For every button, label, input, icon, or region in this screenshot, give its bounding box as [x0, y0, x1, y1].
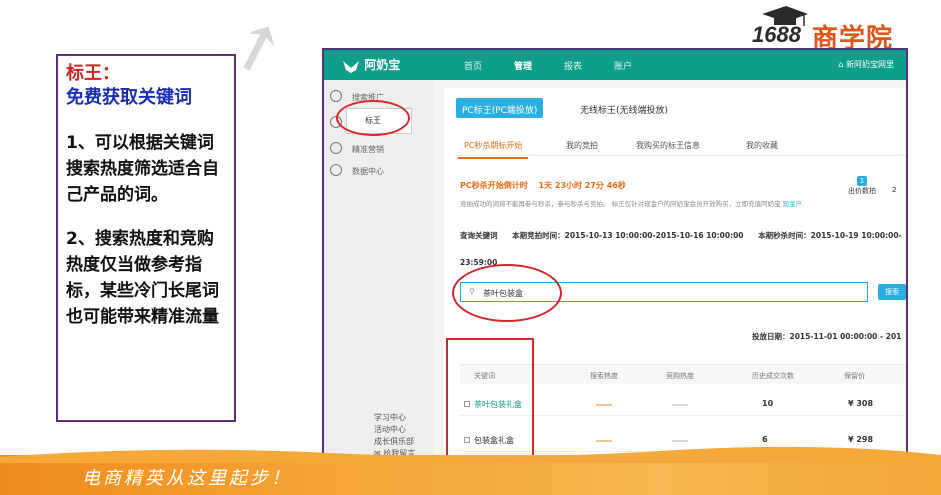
highlight-search-ellipse	[452, 264, 562, 322]
delivery-date: 投放日期：2015-11-01 00:00:00 - 201	[752, 332, 902, 341]
search-heat-bar	[596, 440, 612, 442]
bird-logo-icon	[343, 60, 359, 73]
logo-number: 1688	[752, 22, 801, 47]
th-search-heat: 搜索热度	[590, 372, 618, 380]
bid-stat: 1 出价数拍	[848, 176, 876, 196]
subtab-my-bids[interactable]: 我的竞拍	[566, 140, 598, 151]
search-button[interactable]: 搜索	[878, 284, 906, 300]
notice-link[interactable]: 现金户	[783, 200, 803, 208]
notice-text: 竞拍成功的词将不能再参与秒杀，参与秒杀与竞拍。 标王仅针对现金户的阿奶宝会员开放…	[460, 198, 890, 208]
lesson-text-box: 标王： 免费获取关键词 1、可以根据关键词搜索热度筛选适合自己产品的词。 2、搜…	[56, 54, 236, 422]
notice-body: 竞拍成功的词将不能再参与秒杀，参与秒杀与竞拍。 标王仅针对现金户的阿奶宝会员开放…	[460, 200, 781, 208]
slogan: 电商精英从这里起步！	[82, 468, 292, 489]
subtab-seckill[interactable]: PC秒杀期标开始	[457, 140, 529, 159]
highlight-sidebar-ellipse	[336, 100, 410, 136]
nav-home[interactable]: 首页	[464, 59, 482, 72]
countdown-value: 1天 23小时 27分 46秒	[538, 181, 626, 190]
row-price: ¥ 308	[848, 399, 874, 408]
bid-period: 本期竞拍时间：2015-10-13 10:00:00-2015-10-16 10…	[512, 231, 744, 240]
top-nav: 阿奶宝 首页 管理 报表 账户 ⌂ 新阿奶宝网里	[324, 50, 906, 80]
lesson-subtitle: 免费获取关键词	[66, 87, 192, 108]
stat-label: 出价数拍	[848, 187, 876, 195]
subtab-favorites[interactable]: 我的收藏	[746, 140, 778, 151]
nav-manage[interactable]: 管理	[514, 59, 532, 72]
nav-account[interactable]: 账户	[614, 59, 632, 72]
home-link-label: 新阿奶宝网里	[846, 60, 894, 69]
stat-count: 1	[857, 176, 867, 186]
th-history: 历史成交次数	[752, 372, 794, 380]
link-activity[interactable]: 活动中心	[374, 424, 415, 436]
home-link[interactable]: ⌂ 新阿奶宝网里	[838, 59, 894, 70]
stat-secondary: 2	[892, 186, 897, 194]
data-icon	[330, 164, 342, 176]
lesson-point-2: 2、搜索热度和竞购热度仅当做参考指标，某些冷门长尾词也可能带来精准流量	[66, 229, 219, 327]
search-promo-icon	[330, 90, 342, 102]
lesson-point-1: 1、可以根据关键词搜索热度筛选适合自己产品的词。	[66, 133, 219, 205]
link-learning[interactable]: 学习中心	[374, 412, 415, 424]
th-reserve-price: 保留价	[844, 372, 865, 380]
highlight-keyword-column	[446, 338, 534, 458]
bottom-band: 电商精英从这里起步！	[0, 446, 941, 495]
brand[interactable]: 阿奶宝	[342, 56, 400, 74]
tab-pc[interactable]: PC标王(PC端投放)	[456, 98, 544, 118]
countdown-label: PC秒杀开始倒计时	[460, 181, 528, 190]
countdown: PC秒杀开始倒计时 1天 23小时 27分 46秒	[460, 180, 626, 191]
nav-report[interactable]: 报表	[564, 59, 582, 72]
bid-heat-bar	[672, 404, 688, 406]
wave-decoration	[0, 446, 941, 463]
th-bid-heat: 竞购热度	[666, 372, 694, 380]
seckill-period: 本期秒杀时间：2015-10-19 10:00:00-	[758, 231, 902, 240]
sidebar-item-data[interactable]: 数据中心	[352, 166, 384, 177]
subtab-purchased[interactable]: 我购买的标王信息	[636, 140, 700, 151]
app-screenshot: 阿奶宝 首页 管理 报表 账户 ⌂ 新阿奶宝网里 搜索推广 标王 精准营销 数据…	[322, 48, 908, 460]
row-count: 10	[762, 399, 774, 408]
search-heat-bar	[596, 404, 612, 406]
logo: 1688 商学院	[752, 6, 922, 54]
subtabs: PC秒杀期标开始 我的竞拍 我购买的标王信息 我的收藏	[456, 134, 906, 159]
lesson-title: 标王：	[66, 63, 120, 84]
bid-heat-bar	[672, 440, 688, 442]
location-icon	[330, 142, 342, 154]
sidebar-item-precision[interactable]: 精准营销	[352, 144, 384, 155]
tab-wireless[interactable]: 无线标王(无线端投放)	[574, 98, 674, 118]
query-keyword-label: 查询关键词	[460, 231, 498, 240]
periods-row: 查询关键词 本期竞拍时间：2015-10-13 10:00:00-2015-10…	[460, 230, 906, 241]
sidebar: 搜索推广 标王 精准营销 数据中心 学习中心 活动中心 成长俱乐部 ✉ 给我留言	[324, 80, 434, 458]
brand-name: 阿奶宝	[364, 58, 401, 72]
